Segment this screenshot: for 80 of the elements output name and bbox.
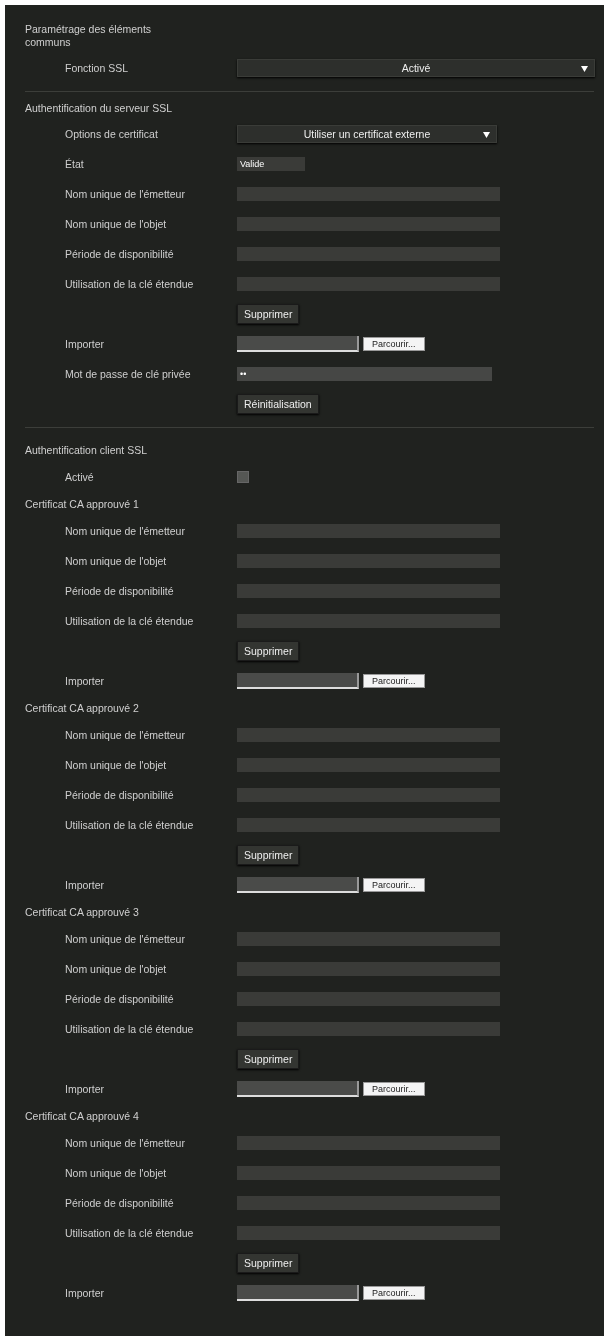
input-field[interactable]: [237, 962, 500, 976]
enable-checkbox[interactable]: [237, 471, 249, 483]
input-field[interactable]: [237, 614, 500, 628]
field-label: Période de disponibilité: [64, 1197, 175, 1209]
section-title: Paramétrage des éléments communs: [25, 23, 153, 50]
delete-button[interactable]: Supprimer: [237, 304, 300, 324]
field-label: Nom unique de l'émetteur: [64, 1137, 186, 1149]
password-field[interactable]: ••: [237, 367, 492, 381]
section-title: Authentification du serveur SSL: [25, 102, 174, 116]
dropdown-arrow-icon: [581, 65, 588, 72]
file-path-field[interactable]: [237, 1081, 359, 1097]
input-field[interactable]: [237, 758, 500, 772]
field-label: Mot de passe de clé privée: [64, 368, 192, 380]
file-path-field[interactable]: [237, 1285, 359, 1301]
delete-button[interactable]: Supprimer: [237, 1049, 300, 1069]
input-field[interactable]: [237, 1166, 500, 1180]
field-label: Utilisation de la clé étendue: [64, 1227, 195, 1239]
field-label: Options de certificat: [64, 128, 159, 140]
input-field[interactable]: [237, 277, 500, 291]
field-label: Période de disponibilité: [64, 789, 175, 801]
delete-button[interactable]: Supprimer: [237, 845, 300, 865]
input-field[interactable]: [237, 554, 500, 568]
field-label: Fonction SSL: [64, 62, 130, 74]
field-label: Nom unique de l'émetteur: [64, 525, 186, 537]
input-field[interactable]: [237, 932, 500, 946]
field-label: Période de disponibilité: [64, 248, 175, 260]
input-field[interactable]: [237, 1136, 500, 1150]
field-label: Importer: [64, 338, 106, 350]
browse-button[interactable]: Parcourir...: [363, 674, 425, 688]
field-label: Nom unique de l'objet: [64, 218, 168, 230]
field-label: Nom unique de l'objet: [64, 1167, 168, 1179]
field-label: Nom unique de l'émetteur: [64, 188, 186, 200]
field-label: Nom unique de l'émetteur: [64, 933, 186, 945]
field-label: Nom unique de l'objet: [64, 963, 168, 975]
input-field[interactable]: [237, 187, 500, 201]
reset-button[interactable]: Réinitialisation: [237, 394, 319, 414]
field-label: Nom unique de l'objet: [64, 555, 168, 567]
field-label: Importer: [64, 675, 106, 687]
certificate-options-dropdown[interactable]: Utiliser un certificat externe: [237, 125, 497, 143]
input-field[interactable]: [237, 584, 500, 598]
input-field[interactable]: [237, 728, 500, 742]
input-field[interactable]: [237, 788, 500, 802]
input-field[interactable]: [237, 818, 500, 832]
input-field[interactable]: [237, 1196, 500, 1210]
input-field[interactable]: [237, 992, 500, 1006]
status-value: Valide: [237, 157, 305, 171]
field-label: Utilisation de la clé étendue: [64, 615, 195, 627]
browse-button[interactable]: Parcourir...: [363, 337, 425, 351]
subsection-title: Certificat CA approuvé 1: [25, 497, 140, 512]
ssl-function-dropdown[interactable]: Activé: [237, 59, 595, 77]
field-label: Importer: [64, 1083, 106, 1095]
dropdown-arrow-icon: [483, 131, 490, 138]
file-path-field[interactable]: [237, 336, 359, 352]
subsection-title: Certificat CA approuvé 3: [25, 905, 140, 920]
field-label: Nom unique de l'émetteur: [64, 729, 186, 741]
field-label: Importer: [64, 879, 106, 891]
field-label: État: [64, 158, 85, 170]
browse-button[interactable]: Parcourir...: [363, 1286, 425, 1300]
field-label: Période de disponibilité: [64, 993, 175, 1005]
input-field[interactable]: [237, 1226, 500, 1240]
field-label: Activé: [64, 471, 95, 483]
input-field[interactable]: [237, 217, 500, 231]
field-label: Utilisation de la clé étendue: [64, 1023, 195, 1035]
input-field[interactable]: [237, 1022, 500, 1036]
field-label: Période de disponibilité: [64, 585, 175, 597]
file-path-field[interactable]: [237, 877, 359, 893]
browse-button[interactable]: Parcourir...: [363, 1082, 425, 1096]
input-field[interactable]: [237, 247, 500, 261]
input-field[interactable]: [237, 524, 500, 538]
subsection-title: Certificat CA approuvé 4: [25, 1109, 140, 1124]
delete-button[interactable]: Supprimer: [237, 1253, 300, 1273]
field-label: Importer: [64, 1287, 106, 1299]
delete-button[interactable]: Supprimer: [237, 641, 300, 661]
file-path-field[interactable]: [237, 673, 359, 689]
subsection-title: Certificat CA approuvé 2: [25, 701, 140, 716]
field-label: Nom unique de l'objet: [64, 759, 168, 771]
field-label: Utilisation de la clé étendue: [64, 278, 195, 290]
browse-button[interactable]: Parcourir...: [363, 878, 425, 892]
field-label: Utilisation de la clé étendue: [64, 819, 195, 831]
section-title: Authentification client SSL: [25, 443, 148, 458]
